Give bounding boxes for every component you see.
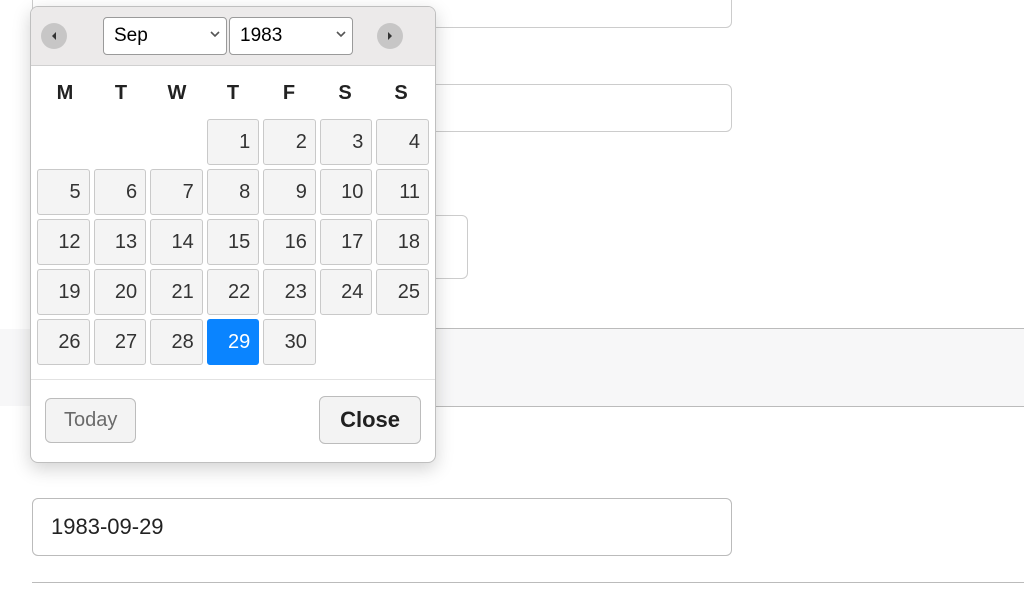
day-cell[interactable]: 19 — [37, 269, 90, 315]
year-select-value: 1983 — [240, 25, 282, 47]
day-cell[interactable]: 21 — [150, 269, 203, 315]
weekday-label: W — [149, 78, 205, 109]
day-cell[interactable]: 22 — [207, 269, 260, 315]
day-cell[interactable]: 24 — [320, 269, 373, 315]
year-select[interactable]: 1983 — [229, 17, 353, 55]
day-cell[interactable]: 10 — [320, 169, 373, 215]
chevron-left-icon — [49, 29, 59, 44]
chevron-right-icon — [385, 29, 395, 44]
day-cell[interactable]: 5 — [37, 169, 90, 215]
weekday-label: T — [93, 78, 149, 109]
datepicker-footer: Today Close — [31, 379, 435, 462]
day-cell[interactable]: 23 — [263, 269, 316, 315]
day-cell[interactable]: 15 — [207, 219, 260, 265]
month-select-wrap: Sep — [103, 17, 229, 55]
day-grid: 1234567891011121314151617181920212223242… — [31, 115, 435, 373]
weekday-label: S — [317, 78, 373, 109]
day-cell[interactable]: 6 — [94, 169, 147, 215]
day-cell-blank — [150, 119, 203, 165]
today-button-label: Today — [64, 409, 117, 431]
next-month-button[interactable] — [377, 23, 403, 49]
day-cell[interactable]: 3 — [320, 119, 373, 165]
today-button[interactable]: Today — [45, 398, 136, 443]
day-cell[interactable]: 20 — [94, 269, 147, 315]
day-cell[interactable]: 25 — [376, 269, 429, 315]
day-cell[interactable]: 11 — [376, 169, 429, 215]
weekday-label: M — [37, 78, 93, 109]
day-cell-blank — [94, 119, 147, 165]
datepicker-popup: Sep 1983 MTWTFSS 12345678910111213141516… — [30, 6, 436, 463]
prev-month-button[interactable] — [41, 23, 67, 49]
day-cell[interactable]: 16 — [263, 219, 316, 265]
day-cell[interactable]: 30 — [263, 319, 316, 365]
weekday-label: S — [373, 78, 429, 109]
date-input-value: 1983-09-29 — [51, 514, 164, 540]
day-cell[interactable]: 28 — [150, 319, 203, 365]
day-cell[interactable]: 7 — [150, 169, 203, 215]
day-cell[interactable]: 18 — [376, 219, 429, 265]
month-select[interactable]: Sep — [103, 17, 227, 55]
day-cell[interactable]: 2 — [263, 119, 316, 165]
day-cell[interactable]: 29 — [207, 319, 260, 365]
divider-3 — [32, 582, 1024, 583]
weekday-row: MTWTFSS — [31, 66, 435, 115]
day-cell[interactable]: 1 — [207, 119, 260, 165]
datepicker-header: Sep 1983 — [31, 7, 435, 66]
day-cell[interactable]: 4 — [376, 119, 429, 165]
day-cell[interactable]: 26 — [37, 319, 90, 365]
close-button[interactable]: Close — [319, 396, 421, 444]
weekday-label: T — [205, 78, 261, 109]
day-cell[interactable]: 13 — [94, 219, 147, 265]
day-cell[interactable]: 8 — [207, 169, 260, 215]
day-cell[interactable]: 17 — [320, 219, 373, 265]
weekday-label: F — [261, 78, 317, 109]
day-cell[interactable]: 27 — [94, 319, 147, 365]
day-cell[interactable]: 12 — [37, 219, 90, 265]
day-cell[interactable]: 14 — [150, 219, 203, 265]
date-text-input[interactable]: 1983-09-29 — [32, 498, 732, 556]
year-select-wrap: 1983 — [229, 17, 355, 55]
close-button-label: Close — [340, 407, 400, 432]
day-cell[interactable]: 9 — [263, 169, 316, 215]
day-cell-blank — [37, 119, 90, 165]
month-select-value: Sep — [114, 25, 148, 47]
